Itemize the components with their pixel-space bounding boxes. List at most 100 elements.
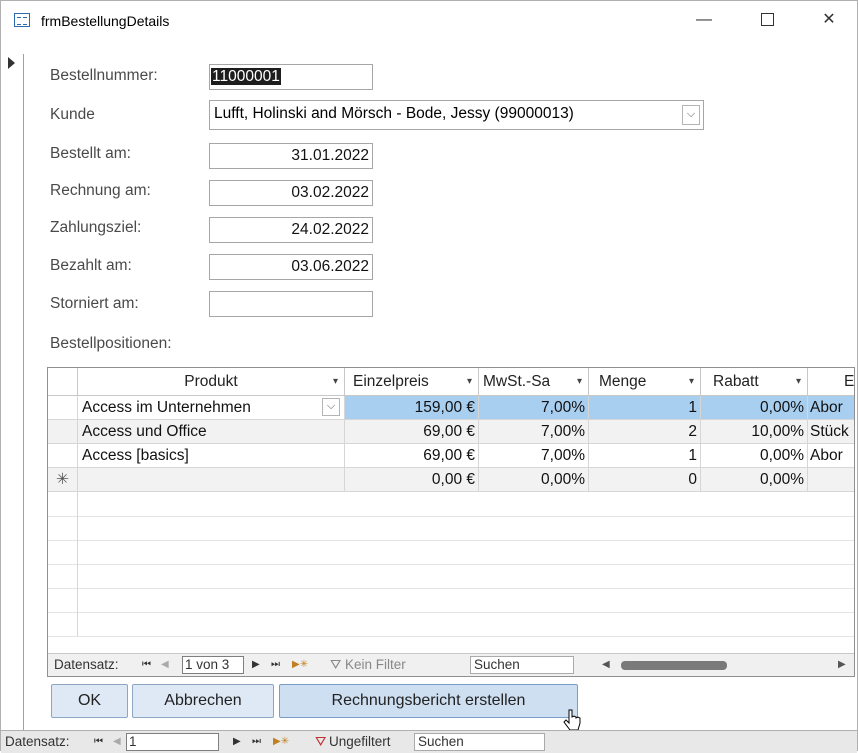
row-selector[interactable] <box>48 444 78 468</box>
column-header-label: MwSt.-Sa <box>483 373 551 390</box>
storniert-am-field[interactable] <box>209 291 373 317</box>
cell-rabatt[interactable]: 10,00% <box>701 420 808 444</box>
column-header-produkt[interactable]: Produkt ▾ <box>78 368 345 395</box>
zahlungsziel-field[interactable]: 24.02.2022 <box>209 217 373 243</box>
cell-rabatt[interactable]: 0,00% <box>701 396 808 420</box>
column-header-label: Rabatt <box>713 373 759 390</box>
record-position-field[interactable]: 1 <box>126 733 219 751</box>
cell-produkt[interactable] <box>78 468 345 492</box>
column-header-menge[interactable]: Menge ▾ <box>589 368 701 395</box>
cell-mwst[interactable]: 0,00% <box>479 468 589 492</box>
record-position-field[interactable]: 1 von 3 <box>182 656 244 674</box>
next-record-icon[interactable]: ▶ <box>233 731 241 753</box>
cell-produkt[interactable]: Access und Office <box>78 420 345 444</box>
navigation-label: Datensatz: <box>5 734 70 749</box>
cell-mwst[interactable]: 7,00% <box>479 444 589 468</box>
filter-status[interactable]: Kein Filter <box>345 654 406 676</box>
chevron-down-icon[interactable]: ⌵ <box>322 398 340 416</box>
empty-row <box>48 564 854 589</box>
column-header-label: Einzelpreis <box>353 373 429 390</box>
prev-record-icon[interactable]: ◀ <box>161 654 169 676</box>
cell-einzelpreis[interactable]: 69,00 € <box>345 420 479 444</box>
new-record-row[interactable]: ✳ 0,00 € 0,00% 0 0,00% <box>48 468 854 492</box>
cell-einzelpreis[interactable]: 159,00 € <box>345 396 479 420</box>
grid-header: Produkt ▾ Einzelpreis ▾ MwSt.-Sa ▾ Menge ▾ R… <box>48 368 854 396</box>
empty-row <box>48 612 854 637</box>
form-icon <box>14 13 30 27</box>
cell-extra[interactable]: Abor <box>808 444 854 468</box>
column-header-mwst[interactable]: MwSt.-Sa ▾ <box>479 368 589 395</box>
prev-record-icon[interactable]: ◀ <box>113 731 121 753</box>
cell-mwst[interactable]: 7,00% <box>479 396 589 420</box>
horizontal-scrollbar-thumb[interactable] <box>621 661 727 670</box>
last-record-icon[interactable]: ⏭ <box>271 654 280 676</box>
cell-einzelpreis[interactable]: 0,00 € <box>345 468 479 492</box>
column-header-e[interactable]: E <box>808 368 854 395</box>
bezahlt-am-label: Bezahlt am: <box>50 257 132 274</box>
bestellt-am-label: Bestellt am: <box>50 145 131 162</box>
maximize-button[interactable] <box>744 5 790 35</box>
dropdown-arrow-icon: ▾ <box>466 376 472 387</box>
minimize-button[interactable]: — <box>681 5 727 35</box>
ok-button[interactable]: OK <box>51 684 128 718</box>
cell-text: Access im Unternehmen <box>82 399 251 416</box>
cell-produkt[interactable]: Access im Unternehmen ⌵ <box>78 396 345 420</box>
kunde-value: Lufft, Holinski and Mörsch - Bode, Jessy… <box>214 105 574 122</box>
next-record-icon[interactable]: ▶ <box>252 654 260 676</box>
table-row[interactable]: Access und Office 69,00 € 7,00% 2 10,00%… <box>48 420 854 444</box>
record-selector[interactable] <box>1 54 24 731</box>
maximize-icon <box>760 13 774 27</box>
cell-menge[interactable]: 1 <box>589 396 701 420</box>
bestellt-am-field[interactable]: 31.01.2022 <box>209 143 373 169</box>
cell-menge[interactable]: 1 <box>589 444 701 468</box>
first-record-icon[interactable]: ⏮ <box>94 731 103 753</box>
bestellnummer-field[interactable]: 11000001 <box>209 64 373 90</box>
search-input[interactable]: Suchen <box>414 733 545 751</box>
cell-rabatt[interactable]: 0,00% <box>701 468 808 492</box>
cell-rabatt[interactable]: 0,00% <box>701 444 808 468</box>
dropdown-arrow-icon: ▾ <box>688 376 694 387</box>
close-button[interactable]: ✕ <box>806 5 852 35</box>
scroll-right-icon[interactable]: ▶ <box>838 654 846 676</box>
bestellnummer-label: Bestellnummer: <box>50 67 158 84</box>
rechnung-am-field[interactable]: 03.02.2022 <box>209 180 373 206</box>
bestellpositionen-subform[interactable]: Produkt ▾ Einzelpreis ▾ MwSt.-Sa ▾ Menge ▾ R… <box>47 367 855 677</box>
column-header-rabatt[interactable]: Rabatt ▾ <box>701 368 808 395</box>
filter-status[interactable]: Ungefiltert <box>329 731 391 753</box>
dropdown-arrow-icon: ▾ <box>332 376 338 387</box>
table-row[interactable]: Access im Unternehmen ⌵ 159,00 € 7,00% 1 … <box>48 396 854 420</box>
last-record-icon[interactable]: ⏭ <box>252 731 261 753</box>
empty-row <box>48 540 854 565</box>
cell-menge[interactable]: 0 <box>589 468 701 492</box>
zahlungsziel-label: Zahlungsziel: <box>50 219 142 236</box>
cell-extra[interactable]: Abor <box>808 396 854 420</box>
cell-menge[interactable]: 2 <box>589 420 701 444</box>
bestellpositionen-label: Bestellpositionen: <box>50 335 172 352</box>
cell-mwst[interactable]: 7,00% <box>479 420 589 444</box>
dropdown-arrow-icon: ▾ <box>795 376 801 387</box>
title-bar: frmBestellungDetails — ✕ <box>1 1 857 41</box>
row-selector[interactable] <box>48 420 78 444</box>
new-record-nav-icon[interactable]: ▶✳ <box>273 731 289 753</box>
column-header-label: Menge <box>599 373 647 390</box>
new-record-nav-icon[interactable]: ▶✳ <box>292 654 308 676</box>
first-record-icon[interactable]: ⏮ <box>142 654 151 676</box>
filter-icon: ⛛ <box>330 657 342 672</box>
column-header-einzelpreis[interactable]: Einzelpreis ▾ <box>345 368 479 395</box>
table-row[interactable]: Access [basics] 69,00 € 7,00% 1 0,00% Ab… <box>48 444 854 468</box>
empty-row <box>48 588 854 613</box>
scroll-left-icon[interactable]: ◀ <box>602 654 610 676</box>
window-title: frmBestellungDetails <box>41 13 170 29</box>
row-selector[interactable] <box>48 396 78 420</box>
cell-einzelpreis[interactable]: 69,00 € <box>345 444 479 468</box>
search-input[interactable]: Suchen <box>470 656 574 674</box>
chevron-down-icon[interactable]: ⌵ <box>682 105 700 125</box>
cell-extra[interactable]: Stück <box>808 420 854 444</box>
form-window: frmBestellungDetails — ✕ Bestellnummer: … <box>0 0 858 753</box>
rechnungsbericht-button[interactable]: Rechnungsbericht erstellen <box>279 684 578 718</box>
cell-extra[interactable] <box>808 468 854 492</box>
bezahlt-am-field[interactable]: 03.06.2022 <box>209 254 373 280</box>
abbrechen-button[interactable]: Abbrechen <box>132 684 274 718</box>
select-all-corner[interactable] <box>48 368 78 395</box>
cell-produkt[interactable]: Access [basics] <box>78 444 345 468</box>
